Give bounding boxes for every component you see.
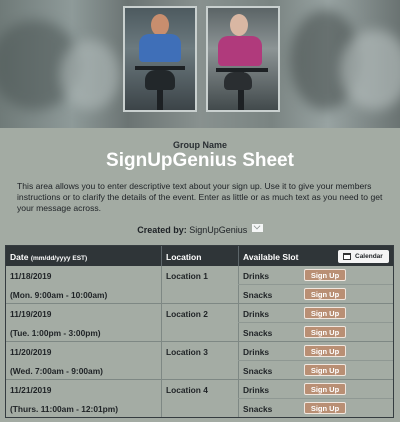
sign-up-button[interactable]: Sign Up [304, 288, 346, 300]
row-date: 11/19/2019 [10, 309, 52, 319]
created-by-label: Created by: [137, 225, 187, 235]
sign-up-button[interactable]: Sign Up [304, 402, 346, 414]
calendar-icon [343, 253, 351, 260]
table-row: 11/21/2019 (Thurs. 11:00am - 12:01pm) Lo… [6, 379, 393, 417]
slot-label: Snacks [243, 366, 273, 376]
group-name: Group Name [172, 140, 227, 150]
sign-up-button[interactable]: Sign Up [304, 364, 346, 376]
table-row: 11/19/2019 (Tue. 1:00pm - 3:00pm) Locati… [6, 303, 393, 341]
slot-label: Snacks [243, 290, 273, 300]
row-time: (Mon. 9:00am - 10:00am) [10, 290, 108, 300]
slot-label: Drinks [243, 271, 270, 281]
slot-label: Drinks [243, 309, 270, 319]
date-column-header: Date (mm/dd/yyyy EST) [10, 252, 87, 262]
sign-up-button[interactable]: Sign Up [304, 269, 346, 281]
slot-label: Drinks [243, 385, 270, 395]
calendar-button[interactable]: Calendar [338, 250, 389, 263]
header-banner [0, 0, 400, 128]
row-location: Location 3 [166, 347, 208, 357]
cyclist-man-photo [123, 6, 197, 112]
sheet-description: This area allows you to enter descriptiv… [17, 181, 383, 213]
location-column-header: Location [166, 252, 202, 262]
table-row: 11/18/2019 (Mon. 9:00am - 10:00am) Locat… [6, 266, 393, 303]
sign-up-button[interactable]: Sign Up [304, 345, 346, 357]
created-by: Created by: SignUpGenius [0, 224, 400, 235]
sign-up-button[interactable]: Sign Up [304, 326, 346, 338]
row-date: 11/20/2019 [10, 347, 52, 357]
date-format-hint: (mm/dd/yyyy EST) [30, 255, 88, 262]
row-date: 11/21/2019 [10, 385, 52, 395]
date-header-label: Date [10, 252, 29, 262]
slot-label: Snacks [243, 404, 273, 414]
row-location: Location 2 [166, 309, 208, 319]
creator-name: SignUpGenius [189, 225, 248, 235]
row-time: (Thurs. 11:00am - 12:01pm) [10, 404, 118, 414]
calendar-button-label: Calendar [355, 253, 383, 260]
sign-up-button[interactable]: Sign Up [304, 383, 346, 395]
row-time: (Wed. 7:00am - 9:00am) [10, 366, 103, 376]
email-icon[interactable] [251, 224, 263, 232]
row-time: (Tue. 1:00pm - 3:00pm) [10, 328, 101, 338]
cyclist-woman-photo [206, 6, 280, 112]
slot-label: Snacks [243, 328, 273, 338]
slot-label: Drinks [243, 347, 270, 357]
slot-column-header: Available Slot [243, 252, 299, 262]
page-title: SignUpGenius Sheet [106, 150, 294, 171]
row-location: Location 1 [166, 271, 208, 281]
table-header: Date (mm/dd/yyyy EST) Location Available… [6, 246, 393, 266]
signup-table: Date (mm/dd/yyyy EST) Location Available… [5, 245, 394, 418]
row-location: Location 4 [166, 385, 208, 395]
row-date: 11/18/2019 [10, 271, 52, 281]
sign-up-button[interactable]: Sign Up [304, 307, 346, 319]
table-row: 11/20/2019 (Wed. 7:00am - 9:00am) Locati… [6, 341, 393, 379]
